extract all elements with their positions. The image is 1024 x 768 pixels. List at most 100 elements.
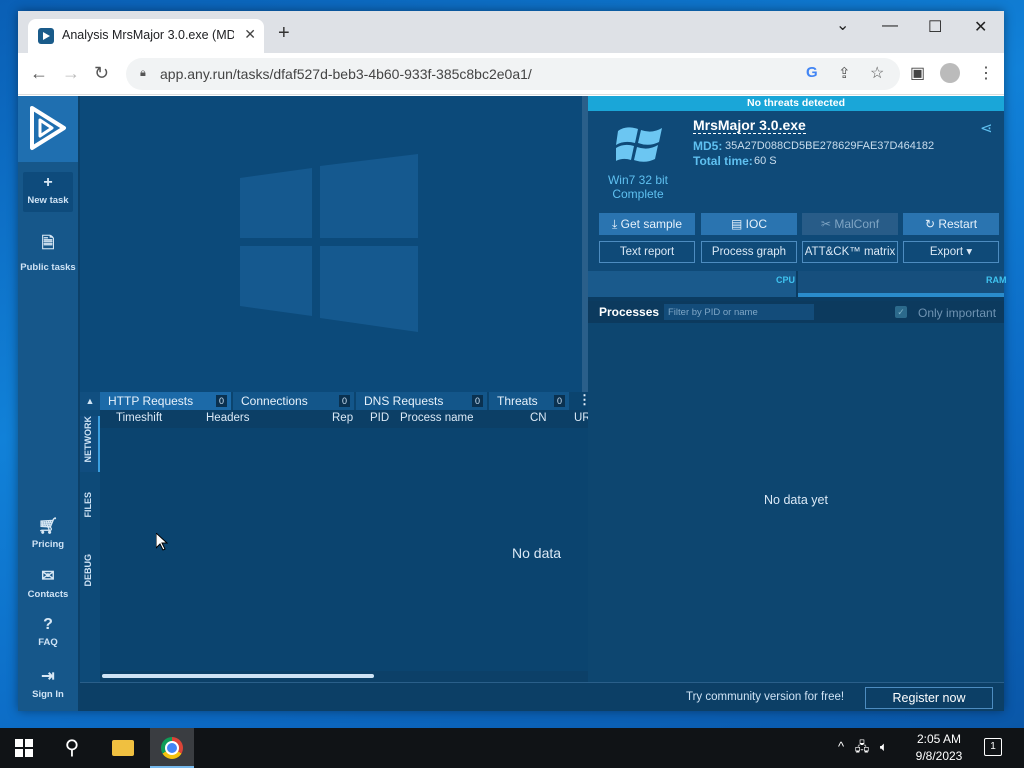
tab-title: Analysis MrsMajor 3.0.exe (MD5: [62, 28, 234, 42]
faq-button[interactable]: ? FAQ [18, 616, 78, 648]
app-footer: Try community version for free! Register… [80, 682, 1004, 711]
profile-avatar-icon[interactable] [940, 63, 960, 83]
public-tasks-label: Public tasks [20, 262, 76, 273]
browser-window: Analysis MrsMajor 3.0.exe (MD5: ✕ + ⌄ — … [18, 11, 1007, 711]
tab-threats[interactable]: Threats 0 [489, 392, 569, 410]
caret-down-icon: ▾ [963, 246, 973, 258]
malconf-button[interactable]: ✂ MalConf [802, 213, 898, 235]
side-tab-debug[interactable]: DEBUG [80, 554, 100, 590]
get-sample-button[interactable]: ⤓ Get sample [599, 213, 695, 235]
tab-connections[interactable]: Connections 0 [233, 392, 354, 410]
attck-matrix-button[interactable]: ATT&CK™ matrix [802, 241, 898, 263]
network-icon[interactable]: 🖧︎ [855, 739, 870, 754]
url-text[interactable]: app.any.run/tasks/dfaf527d-beb3-4b60-933… [160, 66, 532, 82]
contacts-label: Contacts [27, 589, 69, 600]
count-badge: 0 [553, 395, 565, 407]
cpu-graph [588, 271, 796, 297]
browser-menu-icon[interactable]: ⋮ [978, 63, 994, 83]
faq-label: FAQ [38, 637, 58, 648]
anyrun-app: + New task 🗎 Public tasks 🛒︎ Pricing ✉ C… [18, 96, 1007, 711]
share-icon[interactable]: ⇪ [838, 64, 851, 82]
register-now-button[interactable]: Register now [865, 687, 993, 709]
collapse-arrow-icon[interactable]: ▲ [80, 392, 100, 410]
only-important-label[interactable]: Only important [918, 306, 996, 320]
search-icon[interactable]: ⚲ [50, 728, 94, 768]
new-tab-icon[interactable]: + [278, 23, 290, 43]
share-icon[interactable]: ⋖ [980, 119, 993, 137]
contacts-button[interactable]: ✉ Contacts [18, 566, 78, 600]
side-panel-icon[interactable]: ▣ [910, 63, 925, 83]
export-dropdown[interactable]: Export ▾ [903, 241, 999, 263]
col-headers[interactable]: Headers [206, 412, 249, 424]
vm-screen[interactable] [80, 96, 582, 392]
tab-dns-requests[interactable]: DNS Requests 0 [356, 392, 487, 410]
process-graph-button[interactable]: Process graph [701, 241, 797, 263]
mouse-cursor-icon [156, 533, 168, 551]
sign-in-button[interactable]: ⇥ Sign In [18, 666, 78, 700]
browser-tab[interactable]: Analysis MrsMajor 3.0.exe (MD5: ✕ [28, 19, 264, 53]
horizontal-scrollbar[interactable] [100, 671, 588, 682]
col-process-name[interactable]: Process name [400, 412, 474, 424]
processes-title: Processes [599, 305, 660, 319]
empty-state-text: No data [512, 545, 562, 561]
count-badge: 0 [338, 395, 350, 407]
chevron-up-icon[interactable]: ^ [838, 739, 844, 754]
col-pid[interactable]: PID [370, 412, 389, 424]
col-cn[interactable]: CN [530, 412, 547, 424]
google-translate-icon[interactable]: G [806, 64, 818, 81]
left-sidebar: + New task 🗎 Public tasks 🛒︎ Pricing ✉ C… [18, 96, 78, 711]
clock-time[interactable]: 2:05 AM [912, 732, 966, 746]
tab-http-requests[interactable]: HTTP Requests 0 [100, 392, 231, 410]
tab-close-icon[interactable]: ✕ [244, 26, 256, 43]
volume-icon[interactable]: 🔈︎ [880, 739, 888, 754]
maximize-icon[interactable]: ☐ [928, 17, 942, 37]
new-task-button[interactable]: + New task [23, 172, 73, 212]
restart-button[interactable]: ↻ Restart [903, 213, 999, 235]
reload-icon[interactable]: ↻ [94, 63, 109, 83]
restart-icon: ↻ [924, 217, 939, 231]
bookmark-star-icon[interactable]: ☆ [870, 63, 884, 83]
col-timeshift[interactable]: Timeshift [116, 412, 162, 424]
only-important-checkbox[interactable]: ✓ [895, 306, 907, 318]
side-tab-files[interactable]: FILES [80, 492, 100, 522]
task-state: Complete [612, 187, 664, 201]
tab-search-chevron-icon[interactable]: ⌄ [836, 15, 849, 35]
col-rep[interactable]: Rep [332, 412, 353, 424]
scrollbar-thumb[interactable] [102, 674, 374, 678]
public-tasks-button[interactable]: 🗎 Public tasks [18, 232, 78, 273]
task-info-panel: No threats detected Win7 32 bit Complete… [588, 96, 1007, 682]
processes-header: Processes ✓ Only important [588, 301, 1004, 323]
sign-in-label: Sign In [32, 689, 64, 700]
side-tab-network[interactable]: NETWORK [80, 416, 100, 472]
process-filter-input[interactable] [664, 304, 814, 320]
envelope-icon: ✉ [41, 568, 55, 585]
ram-label: RAM [986, 275, 1007, 285]
count-badge: 0 [215, 395, 227, 407]
cart-icon: 🛒︎ [37, 518, 59, 535]
new-task-label: New task [27, 195, 69, 206]
back-arrow-icon[interactable]: ← [30, 63, 48, 83]
start-button[interactable] [2, 728, 46, 768]
chrome-taskbar-button[interactable] [150, 728, 194, 768]
forward-arrow-icon[interactable]: → [62, 63, 80, 83]
network-tabs: HTTP Requests 0 Connections 0 DNS Reques… [100, 392, 591, 410]
text-report-button[interactable]: Text report [599, 241, 695, 263]
folder-icon [112, 740, 134, 756]
cpu-label: CPU [776, 275, 796, 285]
window-close-icon[interactable]: ✕ [974, 17, 987, 37]
lock-icon[interactable]: 🔒︎ [140, 67, 146, 80]
anyrun-logo[interactable] [18, 96, 78, 162]
table-header: Timeshift Headers Rep PID Process name C… [100, 410, 591, 428]
pricing-label: Pricing [31, 539, 65, 550]
ram-graph [798, 271, 1004, 297]
pricing-button[interactable]: 🛒︎ Pricing [18, 516, 78, 550]
clock-date[interactable]: 9/8/2023 [912, 749, 966, 763]
ioc-button[interactable]: ▤ IOC [701, 213, 797, 235]
notification-center-icon[interactable]: 1 [984, 738, 1002, 756]
address-bar[interactable]: 🔒︎ app.any.run/tasks/dfaf527d-beb3-4b60-… [126, 58, 900, 90]
total-time-value: 60 S [754, 155, 777, 167]
minimize-icon[interactable]: — [882, 17, 898, 35]
file-name[interactable]: MrsMajor 3.0.exe [693, 117, 806, 134]
file-explorer-button[interactable] [100, 728, 144, 768]
chrome-icon [161, 737, 183, 759]
